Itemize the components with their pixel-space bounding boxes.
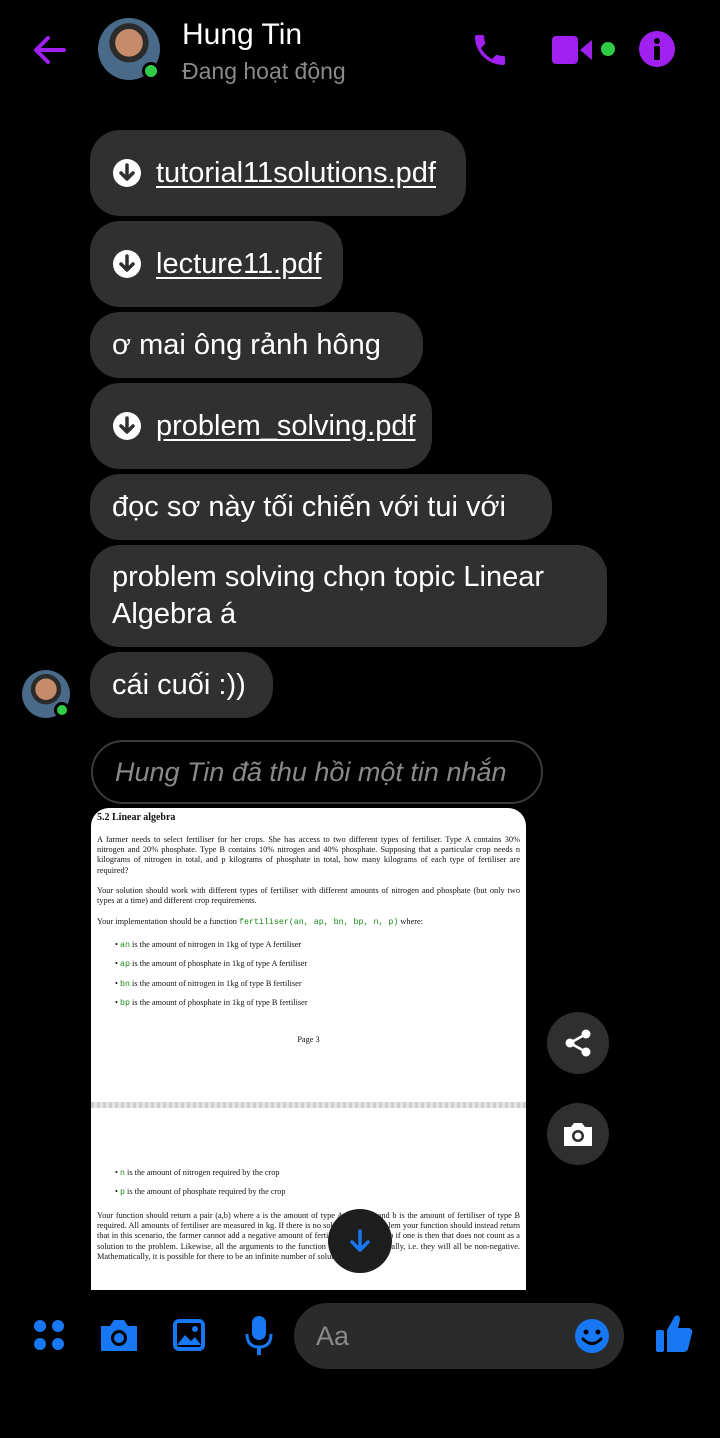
share-button[interactable] [547, 1012, 609, 1074]
file-link[interactable]: problem_solving.pdf [156, 410, 416, 443]
message-text-content: ơ mai ông rảnh hông [112, 328, 381, 361]
message-input[interactable]: Aa [294, 1303, 624, 1369]
download-icon [113, 250, 141, 278]
doc-paragraph: Your function should return a pair (a,b)… [97, 1210, 520, 1262]
recalled-message-notice: Hung Tin đã thu hồi một tin nhắn [91, 740, 543, 804]
mic-icon[interactable] [244, 1314, 274, 1356]
download-icon [113, 159, 141, 187]
doc-paragraph: Your solution should work with different… [97, 885, 520, 906]
doc-bullet: an is the amount of nitrogen in 1kg of t… [115, 940, 520, 951]
arrow-down-icon [350, 1229, 370, 1252]
online-indicator [142, 62, 160, 80]
message-input-placeholder: Aa [316, 1321, 350, 1351]
doc-bullet-list: an is the amount of nitrogen in 1kg of t… [115, 940, 520, 1009]
doc-bullet: ap is the amount of phosphate in 1kg of … [115, 959, 520, 970]
message-file-attachment[interactable]: tutorial11solutions.pdf [90, 130, 466, 216]
message-text[interactable]: cái cuối :)) [90, 652, 273, 718]
message-composer: Aa [0, 1300, 720, 1380]
camera-icon[interactable] [99, 1317, 139, 1353]
doc-paragraph: A farmer needs to select fertiliser for … [97, 834, 520, 875]
camera-icon [564, 1123, 592, 1146]
file-link[interactable]: tutorial11solutions.pdf [156, 157, 436, 190]
doc-bullet: bp is the amount of phosphate in 1kg of … [115, 998, 520, 1009]
download-icon [113, 412, 141, 440]
doc-bullet-list: n is the amount of nitrogen required by … [115, 1168, 520, 1199]
document-image-message[interactable]: 5.2 Linear algebra A farmer needs to sel… [91, 808, 526, 1290]
share-icon [565, 1029, 591, 1057]
phone-icon[interactable] [470, 30, 510, 70]
message-text-content: Algebra á [112, 598, 237, 630]
doc-section-title: 5.2 Linear algebra [97, 812, 176, 823]
scroll-to-bottom-button[interactable] [328, 1209, 392, 1273]
apps-icon[interactable] [32, 1318, 66, 1352]
doc-paragraph: Your implementation should be a function… [97, 916, 424, 927]
contact-status: Đang hoạt động [182, 58, 346, 84]
message-text-content: problem solving chọn topic Linear [112, 561, 545, 593]
message-text-content: đọc sơ này tối chiến với tui với [112, 490, 506, 523]
doc-page-separator [91, 1102, 526, 1108]
doc-page-number: Page 3 [297, 1035, 320, 1045]
contact-name[interactable]: Hung Tin [182, 18, 302, 52]
image-icon[interactable] [171, 1317, 207, 1353]
camera-save-button[interactable] [547, 1103, 609, 1165]
info-icon[interactable] [638, 30, 676, 68]
doc-bullet: n is the amount of nitrogen required by … [115, 1168, 520, 1179]
chat-header: Hung Tin Đang hoạt động [0, 0, 720, 100]
doc-bullet: bn is the amount of nitrogen in 1kg of t… [115, 979, 520, 990]
message-text[interactable]: problem solving chọn topic Linear Algebr… [90, 545, 607, 647]
online-indicator [54, 702, 70, 718]
message-file-attachment[interactable]: lecture11.pdf [90, 221, 343, 307]
thumbs-up-icon[interactable] [654, 1312, 694, 1354]
emoji-icon[interactable] [574, 1318, 610, 1354]
message-text-content: cái cuối :)) [112, 668, 246, 701]
message-text[interactable]: ơ mai ông rảnh hông [90, 312, 423, 378]
back-arrow-icon[interactable] [28, 28, 72, 72]
doc-bullet: p is the amount of phosphate required by… [115, 1187, 520, 1198]
file-link[interactable]: lecture11.pdf [156, 248, 322, 281]
message-file-attachment[interactable]: problem_solving.pdf [90, 383, 432, 469]
message-text[interactable]: đọc sơ này tối chiến với tui với [90, 474, 552, 540]
video-icon[interactable] [552, 34, 624, 66]
